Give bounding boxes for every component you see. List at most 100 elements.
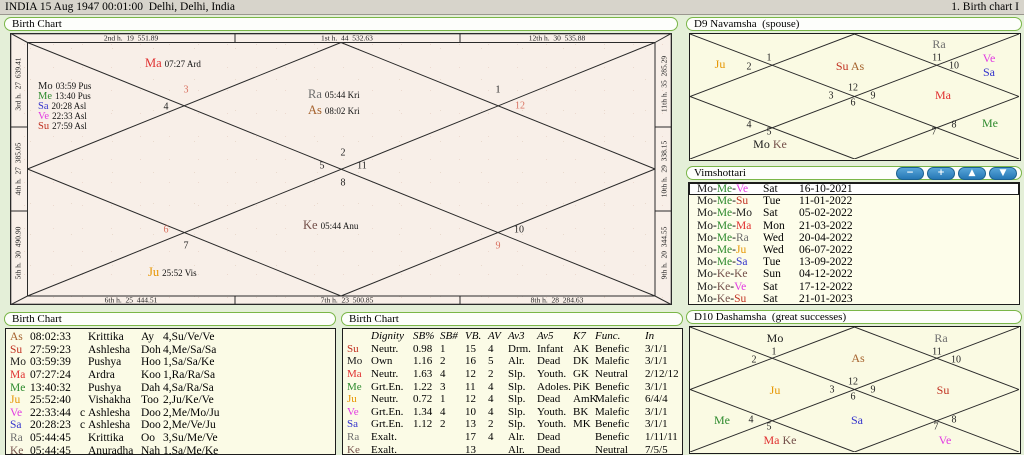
dasha-up-button[interactable]: ▲ — [958, 166, 986, 180]
dasha-weekday: Sat — [763, 292, 778, 305]
dasha-zoom-in-button[interactable]: + — [927, 166, 955, 180]
sign-number: 2 — [340, 147, 346, 159]
detail-cell: 4 — [488, 393, 494, 406]
sign-number: 2 — [746, 61, 752, 73]
detail-cell: 3 — [440, 380, 446, 393]
planet-label: Su As — [836, 57, 864, 75]
nakshatra: Anuradha — [88, 444, 134, 455]
d9-chart-canvas[interactable]: 1 2 11 10 12 3 9 6 4 5 7 8 Ju Su As Ra Ve Sa Ma Mo Ke Me — [689, 33, 1021, 161]
dasha-row[interactable]: Mo-Me-Mo Sat 05-02-2022 — [689, 207, 1019, 219]
dasha-start-date: 17-12-2022 — [799, 280, 853, 293]
nakshatra: Krittika — [88, 331, 124, 344]
longitude: 25:52:40 — [30, 394, 71, 407]
planet-code: Ke — [10, 444, 24, 455]
detail-cell: 3/1/1 — [645, 405, 668, 418]
detail-cell: Own — [371, 355, 393, 368]
planet-label: Sa — [851, 411, 863, 429]
column-header: Av3 — [508, 330, 525, 343]
planet-label: Ma Ke — [764, 431, 797, 449]
detail-cell: PiK — [573, 380, 591, 393]
table-row: Sa Grt.En. 1.12 2 13 2 Slp. Youth. MK Benefic 3/1/… — [343, 418, 682, 431]
cusp-label-3rd: 3rd h. 27 639.41 — [13, 57, 23, 111]
sound: Doh — [141, 343, 161, 356]
planet-label: Ve — [939, 431, 952, 449]
table-row: As 08:02:33 Krittika Ay 4,Su/Ve/Ve — [6, 331, 335, 344]
panel-title: D10 Dashamsha (great successes) — [694, 310, 847, 323]
longitude: 27:59:23 — [30, 343, 71, 356]
chart-lines — [690, 34, 1019, 159]
dasha-row[interactable]: Mo-Me-Su Tue 11-01-2022 — [689, 195, 1019, 207]
detail-cell: 13 — [465, 443, 476, 455]
details-panel: Birth Chart Dignity SB% SB# VB. AV Av3 Av5 K7 Fu… — [340, 311, 684, 455]
detail-cell: Slp. — [508, 418, 526, 431]
sign-number: 9 — [870, 384, 876, 396]
sub-lords: 2,Me/Ve/Ju — [163, 419, 216, 432]
birth-chart-canvas[interactable]: 2nd h. 19 551.89 1st h. 44 532.63 12th h… — [10, 33, 672, 305]
dasha-row[interactable]: Mo-Ke-Ke Sun 04-12-2022 — [689, 268, 1019, 280]
sign-number: 6 — [850, 391, 856, 403]
positions-panel: Birth Chart As 08:02:33 Krittika Ay 4,Su/Ve/… — [3, 311, 337, 455]
sign-number: 5 — [319, 160, 325, 172]
table-row: Ma Neutr. 1.63 4 12 2 Slp. Youth. GK Neutral 2/12/… — [343, 368, 682, 381]
detail-cell: Slp. — [508, 393, 526, 406]
column-header: Av5 — [537, 330, 554, 343]
panel-title: Birth Chart — [12, 312, 62, 325]
detail-cell: 1.12 — [413, 418, 433, 431]
dasha-zoom-out-button[interactable]: − — [896, 166, 924, 180]
dasha-lords: Mo-Me-Mo — [697, 207, 752, 220]
planet-label: Me — [714, 411, 730, 429]
table-row: Mo Own 1.16 2 16 5 Alr. Dead DK Malefic 3/1/1 — [343, 355, 682, 368]
detail-cell: 1 — [440, 393, 446, 406]
table-row: Ma 07:27:24 Ardra Koo 1,Ra/Ra/Sa — [6, 369, 335, 382]
sign-number: 2 — [751, 354, 757, 366]
dasha-down-button[interactable]: ▼ — [989, 166, 1017, 180]
dasha-row[interactable]: Mo-Me-Sa Tue 13-09-2022 — [689, 256, 1019, 268]
d10-chart-canvas[interactable]: 1 2 11 10 12 3 9 6 4 5 7 8 Mo As Ra Ju Su Me Ma Ke Sa Ve — [689, 326, 1021, 454]
detail-cell: 4 — [440, 368, 446, 381]
sign-number: 1 — [766, 52, 772, 64]
planet-code-su: Su — [936, 383, 950, 397]
dasha-lords: Mo-Me-Ve — [697, 183, 749, 196]
detail-cell: Grt.En. — [371, 380, 404, 393]
planet-label: Mo — [767, 329, 784, 347]
longitude: 08:02:33 — [30, 331, 71, 344]
planet-degrees: 08:02 Kri — [324, 106, 360, 116]
sub-lords: 4,Sa/Ra/Sa — [163, 381, 214, 394]
dasha-weekday: Mon — [763, 219, 785, 232]
sign-number: 4 — [163, 101, 169, 113]
cusp-label-4th: 4th h. 27 385.05 — [13, 142, 23, 196]
dasha-row[interactable]: Mo-Me-Ju Wed 06-07-2022 — [689, 244, 1019, 256]
dasha-row[interactable]: Mo-Ke-Ve Sat 17-12-2022 — [689, 281, 1019, 293]
longitude: 05:44:45 — [30, 444, 71, 455]
longitude: 22:33:44 — [30, 406, 71, 419]
detail-cell: GK — [573, 368, 589, 381]
dasha-start-date: 13-09-2022 — [799, 256, 853, 269]
dasha-lords: Mo-Ke-Su — [697, 292, 747, 305]
positions-panel-header: Birth Chart — [4, 312, 336, 326]
d9-panel-header: D9 Navamsha (spouse) — [686, 17, 1022, 31]
table-row: Ve Grt.En. 1.34 4 10 4 Slp. Youth. BK Malefic 3/1/… — [343, 406, 682, 419]
dasha-row[interactable]: Mo-Me-Ma Mon 21-03-2022 — [689, 220, 1019, 232]
detail-cell: Slp. — [508, 405, 526, 418]
sign-number: 3 — [829, 384, 835, 396]
detail-cell: 17 — [465, 431, 476, 444]
sign-number: 11 — [932, 52, 942, 64]
detail-cell: 2 — [488, 418, 494, 431]
detail-cell: 16 — [465, 355, 476, 368]
dasha-lords: Mo-Me-Ra — [697, 231, 749, 244]
cusp-label-2nd: 2nd h. 19 551.89 — [103, 33, 159, 43]
dasha-row[interactable]: Mo-Me-Ve Sat 16-10-2021 — [689, 183, 1019, 196]
details-panel-header: Birth Chart — [341, 312, 683, 326]
sign-number: 3 — [183, 84, 189, 96]
birth-chart-panel: Birth Chart 2nd h. 19 551.89 1st h. 44 5… — [3, 16, 679, 308]
dasha-row[interactable]: Mo-Ke-Su Sat 21-01-2023 — [689, 293, 1019, 305]
detail-cell: 2 — [488, 368, 494, 381]
titlebar: INDIA 15 Aug 1947 00:01:00 Delhi, Delhi,… — [0, 0, 1024, 15]
dasha-start-date: 06-07-2022 — [799, 244, 853, 257]
sub-lords: 2,Ju/Ke/Ve — [163, 394, 214, 407]
dasha-row[interactable]: Mo-Me-Ra Wed 20-04-2022 — [689, 232, 1019, 244]
planet-code-mo: Mo — [753, 137, 770, 151]
longitude: 13:40:32 — [30, 381, 71, 394]
sign-number: 12 — [515, 100, 525, 112]
detail-cell: Dead — [537, 355, 561, 368]
